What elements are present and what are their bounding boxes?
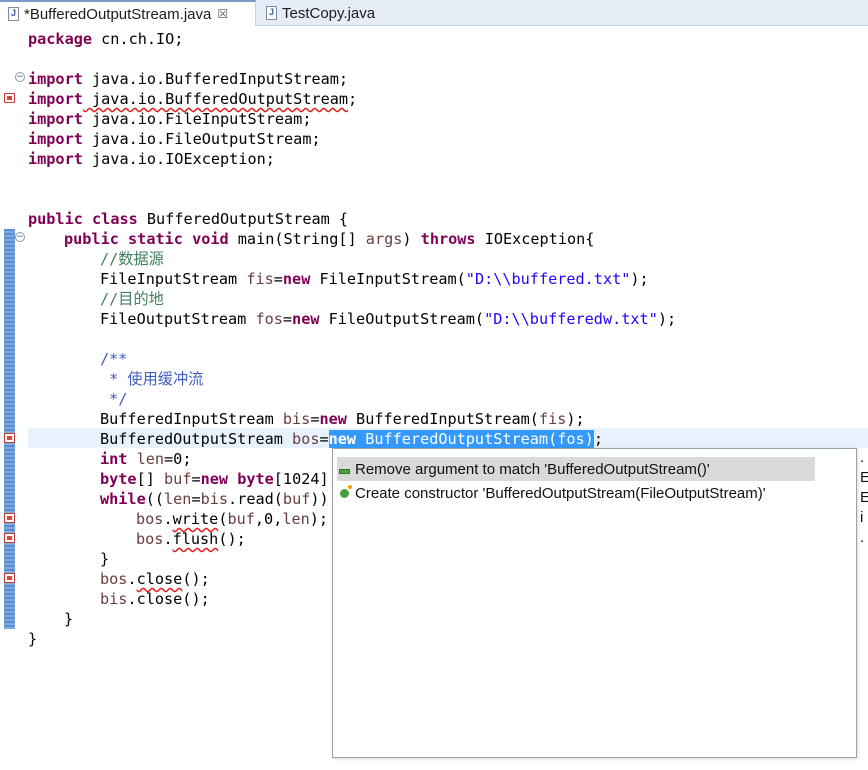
error-marker-icon[interactable] [4,513,15,523]
error-marker-icon[interactable] [4,573,15,583]
code-line: int len=0; [100,450,192,468]
code-line: while((len=bis.read(buf))! [100,490,338,508]
quick-fix-create-constructor[interactable]: Create constructor 'BufferedOutputStream… [337,481,815,505]
code-line: public static void main(String[] args) t… [64,230,595,248]
remove-argument-icon [338,468,350,474]
code-line: import java.io.FileOutputStream; [28,130,321,148]
code-line: bos.close(); [100,570,210,588]
info-text: E [860,469,868,486]
code-line: } [64,610,74,628]
code-line: bos.write(buf,0,len); [136,510,329,528]
code-line: FileOutputStream fos=new FileOutputStrea… [100,310,677,328]
fold-collapse-icon[interactable]: − [15,72,25,82]
error-marker-icon[interactable] [4,433,15,443]
code-line: */ [100,390,128,408]
code-line: } [100,550,110,568]
fold-collapse-icon[interactable]: − [15,232,25,242]
additional-info-popup-edge: . E E i . [860,448,868,548]
code-line: import java.io.BufferedOutputStream; [28,90,358,108]
code-line: //数据源 [100,250,164,268]
error-marker-icon[interactable] [4,533,15,543]
code-line: FileInputStream fis=new FileInputStream(… [100,270,649,288]
code-line: public class BufferedOutputStream { [28,210,349,228]
quick-fix-popup: Remove argument to match 'BufferedOutput… [332,448,857,758]
code-line: /** [100,350,128,368]
tab-label: TestCopy.java [282,4,376,22]
code-line: BufferedInputStream bis=new BufferedInpu… [100,410,585,428]
tab-label: *BufferedOutputStream.java [24,5,212,23]
code-line: bos.flush(); [136,530,246,548]
code-line: bis.close(); [100,590,210,608]
code-line: } [28,630,38,648]
code-line: import java.io.IOException; [28,150,275,168]
info-text: i [860,509,864,526]
quick-fix-remove-argument[interactable]: Remove argument to match 'BufferedOutput… [337,457,815,481]
code-line: * 使用缓冲流 [100,370,204,388]
code-line: byte[] buf=new byte[1024]; [100,470,338,488]
proposal-label: Create constructor 'BufferedOutputStream… [355,484,766,502]
code-line-current: BufferedOutputStream bos=new BufferedOut… [100,430,603,448]
close-icon[interactable]: ☒ [217,7,228,21]
error-marker-icon[interactable] [4,93,15,103]
editor-tab-bar: J *BufferedOutputStream.java ☒ J TestCop… [0,0,868,26]
selected-expression: new BufferedOutputStream(fos) [328,430,594,448]
tab-test-copy[interactable]: J TestCopy.java [258,0,388,26]
create-constructor-icon [339,484,352,498]
code-line: package cn.ch.IO; [28,30,184,48]
info-text: . [860,529,865,546]
tab-buffered-output-stream[interactable]: J *BufferedOutputStream.java ☒ [0,0,256,26]
info-text: E [860,489,868,506]
quick-diff-change-bar [4,229,15,629]
code-line: import java.io.FileInputStream; [28,110,312,128]
java-file-icon: J [8,7,19,21]
code-line: //目的地 [100,290,164,308]
java-file-icon: J [266,6,277,20]
code-line: import java.io.BufferedInputStream; [28,70,349,88]
proposal-label: Remove argument to match 'BufferedOutput… [355,460,710,478]
info-text: . [860,449,865,466]
